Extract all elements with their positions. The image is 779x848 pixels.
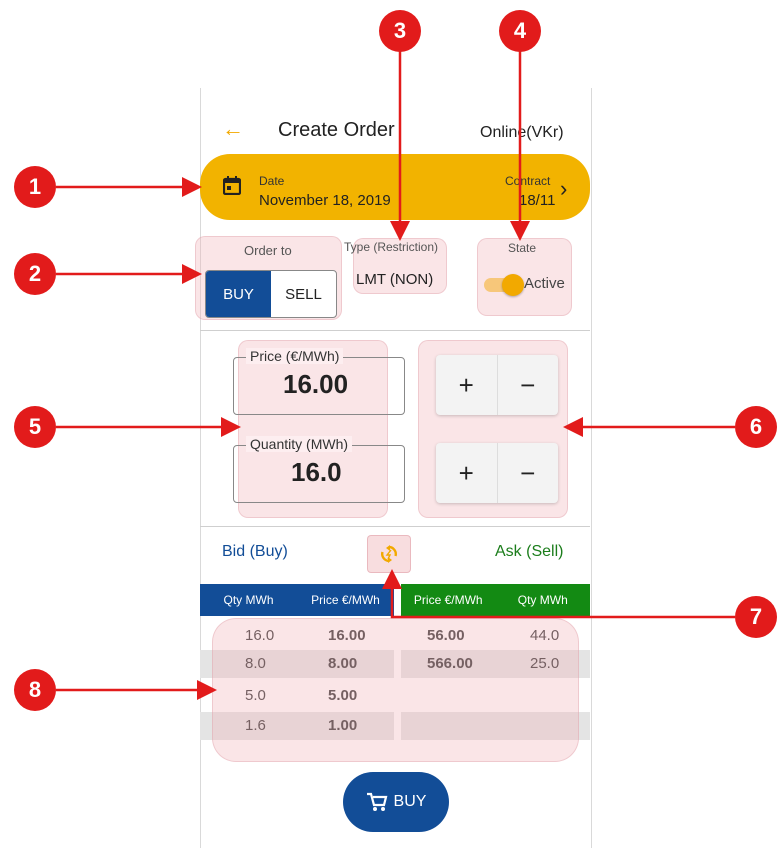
- callout-3: 3: [379, 10, 421, 52]
- callout-7: 7: [735, 596, 777, 638]
- callout-6: 6: [735, 406, 777, 448]
- callout-1: 1: [14, 166, 56, 208]
- annotation-arrows: [56, 50, 735, 700]
- callout-2: 2: [14, 253, 56, 295]
- callout-5: 5: [14, 406, 56, 448]
- callout-8: 8: [14, 669, 56, 711]
- callout-4: 4: [499, 10, 541, 52]
